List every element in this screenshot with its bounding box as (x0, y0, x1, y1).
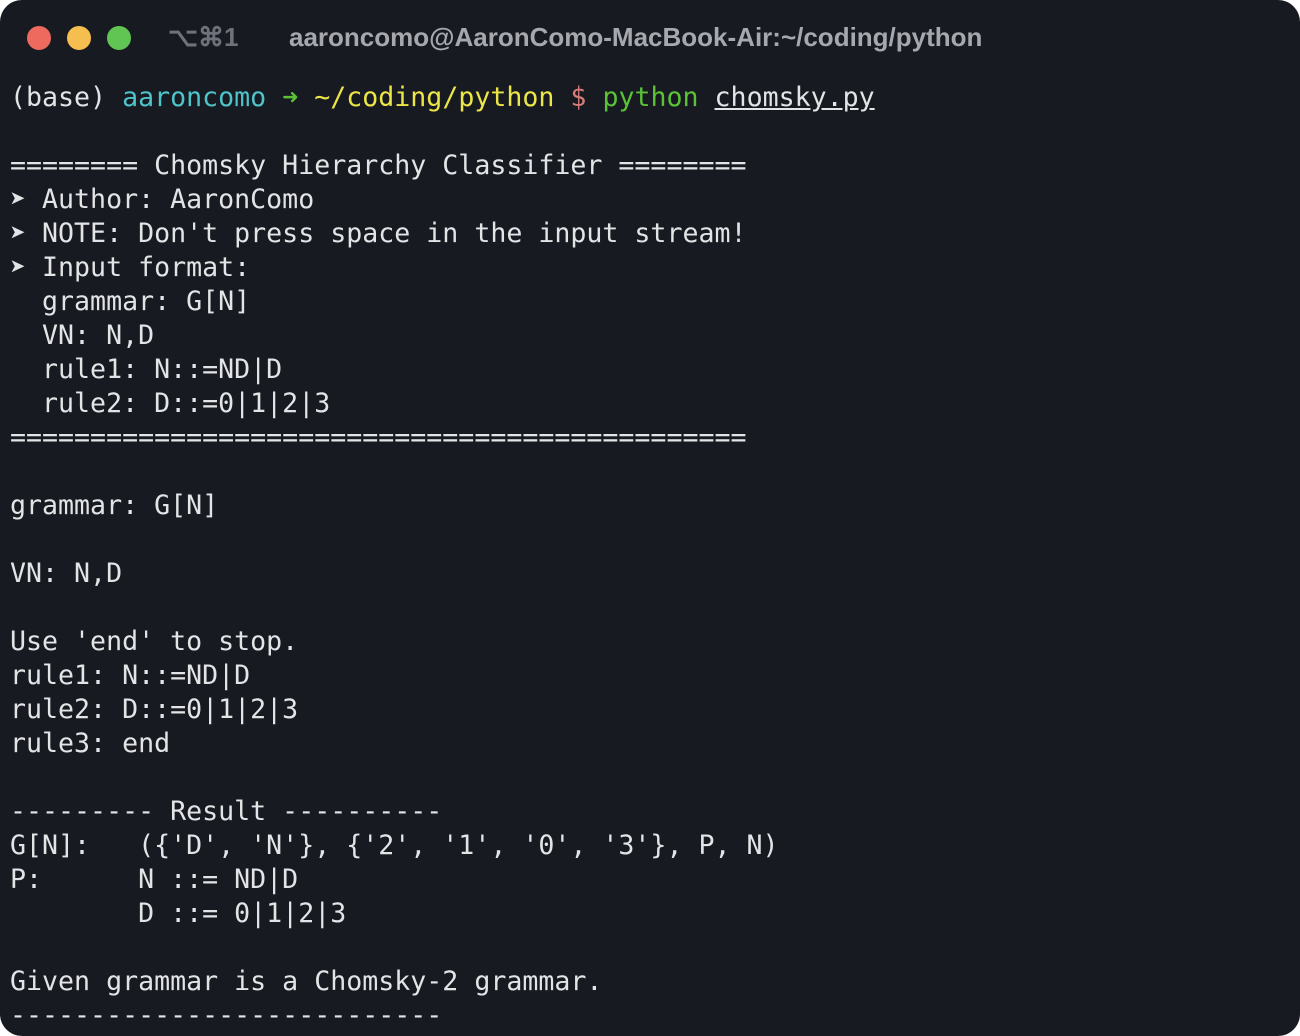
output-line: grammar: G[N] (10, 286, 251, 317)
output-line: grammar: G[N] (10, 490, 219, 521)
prompt-line: (base) aaroncomo ➜ ~/coding/python $ pyt… (10, 81, 875, 115)
command-argument: chomsky.py (714, 82, 875, 113)
conda-env: (base) (10, 82, 123, 113)
output-line: VN: N,D (10, 558, 123, 589)
output-line: Use 'end' to stop. (10, 626, 299, 657)
output-line: ➤ NOTE: Don't press space in the input s… (10, 218, 747, 249)
output-line: rule2: D::=0|1|2|3 (10, 388, 331, 419)
prompt-user: aaroncomo (122, 82, 267, 113)
output-lines: ======== Chomsky Hierarchy Classifier ==… (10, 115, 875, 1033)
output-line: P: N ::= ND|D (10, 864, 299, 895)
output-line: VN: N,D (10, 320, 155, 351)
output-line: rule2: D::=0|1|2|3 (10, 694, 299, 725)
output-line: rule1: N::=ND|D (10, 660, 251, 691)
window-title: aaroncomo@AaronComo-MacBook-Air:~/coding… (289, 22, 983, 52)
zoom-button[interactable] (107, 26, 131, 50)
output-line: ➤ Input format: (10, 252, 251, 283)
prompt-arrow-icon: ➜ (266, 82, 315, 113)
title-bar: ⌥⌘1 aaroncomo@AaronComo-MacBook-Air:~/co… (0, 0, 1300, 76)
output-line: ======== Chomsky Hierarchy Classifier ==… (10, 150, 747, 181)
output-line: --------------------------- (10, 1000, 443, 1031)
output-line: G[N]: ({'D', 'N'}, {'2', '1', '0', '3'},… (10, 830, 779, 861)
tab-shortcut: ⌥⌘1 (168, 22, 239, 52)
output-line: Given grammar is a Chomsky-2 grammar. (10, 966, 603, 997)
output-line: rule1: N::=ND|D (10, 354, 283, 385)
minimize-button[interactable] (67, 26, 91, 50)
prompt-path: ~/coding/python (314, 82, 555, 113)
close-button[interactable] (27, 26, 51, 50)
prompt-dollar: $ (554, 82, 603, 113)
terminal-window: ⌥⌘1 aaroncomo@AaronComo-MacBook-Air:~/co… (0, 0, 1300, 1036)
command: python (602, 82, 699, 113)
terminal-output[interactable]: (base) aaroncomo ➜ ~/coding/python $ pyt… (10, 81, 875, 1033)
output-line: D ::= 0|1|2|3 (10, 898, 347, 929)
output-line: ➤ Author: AaronComo (10, 184, 315, 215)
output-line: ========================================… (10, 422, 747, 453)
output-line: --------- Result ---------- (10, 796, 443, 827)
output-line: rule3: end (10, 728, 171, 759)
